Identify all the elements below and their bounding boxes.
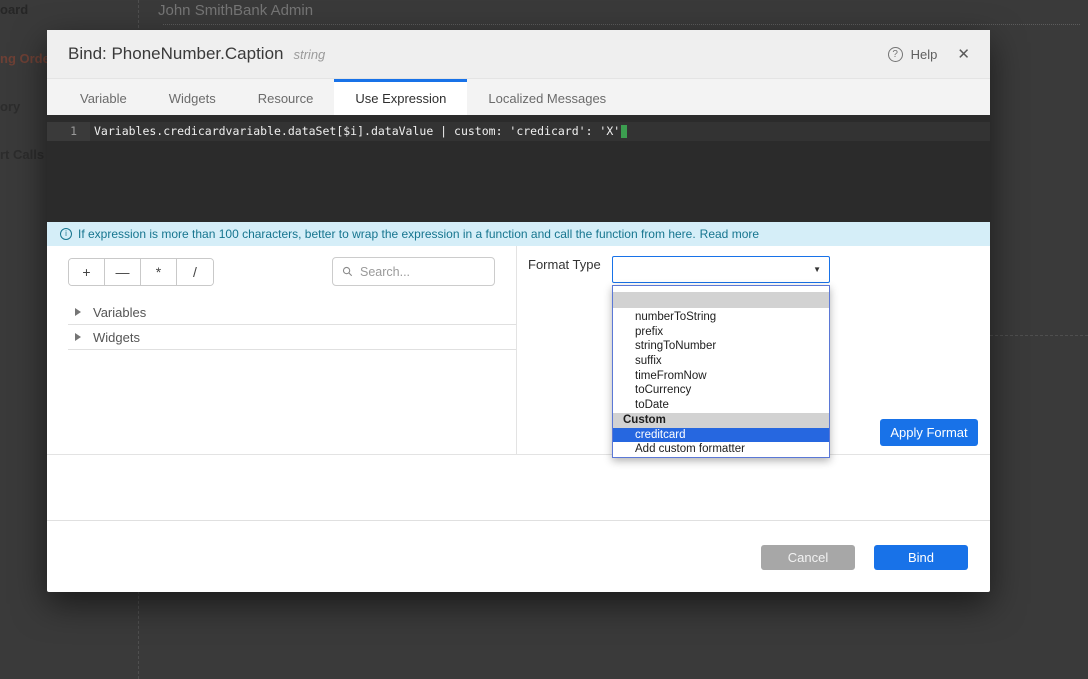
tree-item-label: Widgets bbox=[93, 330, 140, 345]
chevron-right-icon[interactable] bbox=[75, 308, 81, 316]
close-icon[interactable]: ✕ bbox=[957, 45, 970, 63]
divide-operator-button[interactable]: / bbox=[177, 259, 213, 285]
plus-operator-button[interactable]: + bbox=[69, 259, 105, 285]
tree-item-variables[interactable]: Variables bbox=[68, 300, 516, 325]
canvas-dashed-line bbox=[990, 335, 1088, 336]
search-field bbox=[332, 257, 495, 286]
expression-left-panel: + — * / Variables Widgets bbox=[47, 246, 517, 454]
editor-line-number: 1 bbox=[47, 122, 90, 141]
cancel-button[interactable]: Cancel bbox=[761, 545, 855, 570]
chevron-right-icon[interactable] bbox=[75, 333, 81, 341]
dialog-header: Bind: PhoneNumber.Caption string ? Help … bbox=[47, 30, 990, 78]
expression-info-bar: i If expression is more than 100 charact… bbox=[47, 222, 990, 246]
text-cursor bbox=[621, 125, 627, 138]
dialog-subtitle-type: string bbox=[293, 47, 325, 62]
caret-down-icon: ▼ bbox=[813, 265, 821, 274]
expression-editor[interactable]: 1 Variables.credicardvariable.dataSet[$i… bbox=[47, 115, 990, 222]
dialog-title: Bind: PhoneNumber.Caption bbox=[68, 44, 283, 64]
dropdown-group-header-custom: Custom bbox=[613, 413, 829, 428]
tab-variable[interactable]: Variable bbox=[59, 79, 148, 115]
bind-dialog: Bind: PhoneNumber.Caption string ? Help … bbox=[47, 30, 990, 592]
apply-format-button[interactable]: Apply Format bbox=[880, 419, 978, 446]
help-button[interactable]: Help bbox=[911, 47, 938, 62]
dropdown-option[interactable]: timeFromNow bbox=[613, 369, 829, 384]
dropdown-option-add-custom-formatter[interactable]: Add custom formatter bbox=[613, 442, 829, 457]
expression-text: Variables.credicardvariable.dataSet[$i].… bbox=[94, 124, 620, 138]
footer-divider bbox=[47, 520, 990, 521]
operator-button-group: + — * / bbox=[68, 258, 214, 286]
sidebar-item: ory bbox=[0, 99, 20, 114]
bind-button[interactable]: Bind bbox=[874, 545, 968, 570]
dialog-tabs: Variable Widgets Resource Use Expression… bbox=[47, 78, 990, 115]
dropdown-option-blank[interactable] bbox=[613, 292, 829, 308]
tree-item-label: Variables bbox=[93, 305, 146, 320]
expression-tree: Variables Widgets bbox=[68, 300, 516, 350]
multiply-operator-button[interactable]: * bbox=[141, 259, 177, 285]
tab-resource[interactable]: Resource bbox=[237, 79, 335, 115]
format-type-dropdown: numberToString prefix stringToNumber suf… bbox=[612, 285, 830, 458]
editor-code-line[interactable]: Variables.credicardvariable.dataSet[$i].… bbox=[90, 122, 990, 141]
tab-localized-messages[interactable]: Localized Messages bbox=[467, 79, 627, 115]
dropdown-option[interactable]: toDate bbox=[613, 398, 829, 413]
sidebar-item: rt Calls bbox=[0, 147, 44, 162]
selection-dotted-border bbox=[163, 24, 1080, 25]
dropdown-option[interactable]: prefix bbox=[613, 325, 829, 340]
dropdown-option[interactable]: stringToNumber bbox=[613, 339, 829, 354]
search-icon bbox=[342, 266, 353, 277]
read-more-link[interactable]: Read more bbox=[700, 227, 759, 241]
dropdown-option[interactable]: suffix bbox=[613, 354, 829, 369]
dropdown-option-creditcard-selected[interactable]: creditcard bbox=[613, 428, 829, 443]
dropdown-option[interactable]: numberToString bbox=[613, 310, 829, 325]
search-input[interactable] bbox=[360, 265, 485, 279]
dropdown-option[interactable]: toCurrency bbox=[613, 383, 829, 398]
tab-use-expression[interactable]: Use Expression bbox=[334, 79, 467, 115]
help-icon[interactable]: ? bbox=[888, 47, 903, 62]
sidebar-item-dashboard: oard bbox=[0, 2, 28, 17]
info-icon: i bbox=[60, 228, 72, 240]
app-title: John SmithBank Admin bbox=[158, 2, 313, 19]
format-type-select[interactable]: ▼ bbox=[612, 256, 830, 283]
info-text: If expression is more than 100 character… bbox=[78, 227, 696, 241]
format-type-label: Format Type bbox=[528, 257, 601, 272]
tree-item-widgets[interactable]: Widgets bbox=[68, 325, 516, 350]
tab-widgets[interactable]: Widgets bbox=[148, 79, 237, 115]
minus-operator-button[interactable]: — bbox=[105, 259, 141, 285]
dialog-body: + — * / Variables Widgets bbox=[47, 246, 990, 455]
